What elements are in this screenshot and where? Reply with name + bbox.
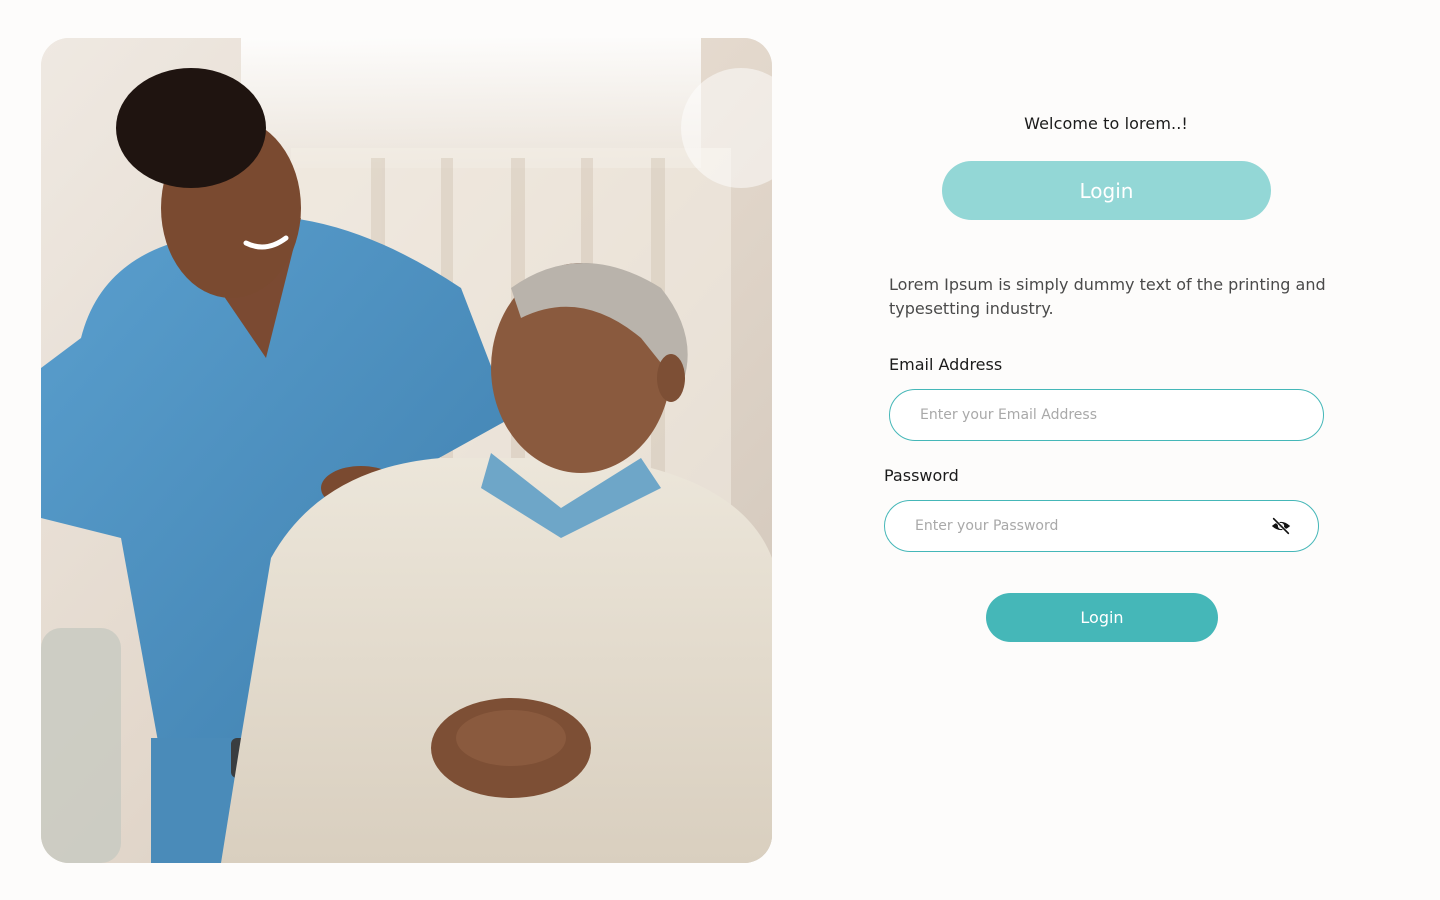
login-page: Welcome to lorem..! Login Lorem Ipsum is… (0, 0, 1440, 900)
welcome-text: Welcome to lorem..! (1024, 114, 1188, 133)
hero-photo (41, 38, 772, 863)
password-label: Password (884, 466, 959, 485)
password-input[interactable] (885, 518, 1270, 534)
email-field-container (889, 389, 1324, 441)
login-submit-button[interactable]: Login (986, 593, 1218, 642)
password-field-container (884, 500, 1319, 552)
email-input[interactable] (890, 407, 1323, 423)
hero-illustration (41, 38, 772, 863)
description-text: Lorem Ipsum is simply dummy text of the … (889, 275, 1326, 318)
login-tab-button[interactable]: Login (942, 161, 1271, 220)
eye-off-icon[interactable] (1270, 515, 1292, 537)
email-label: Email Address (889, 355, 1003, 374)
